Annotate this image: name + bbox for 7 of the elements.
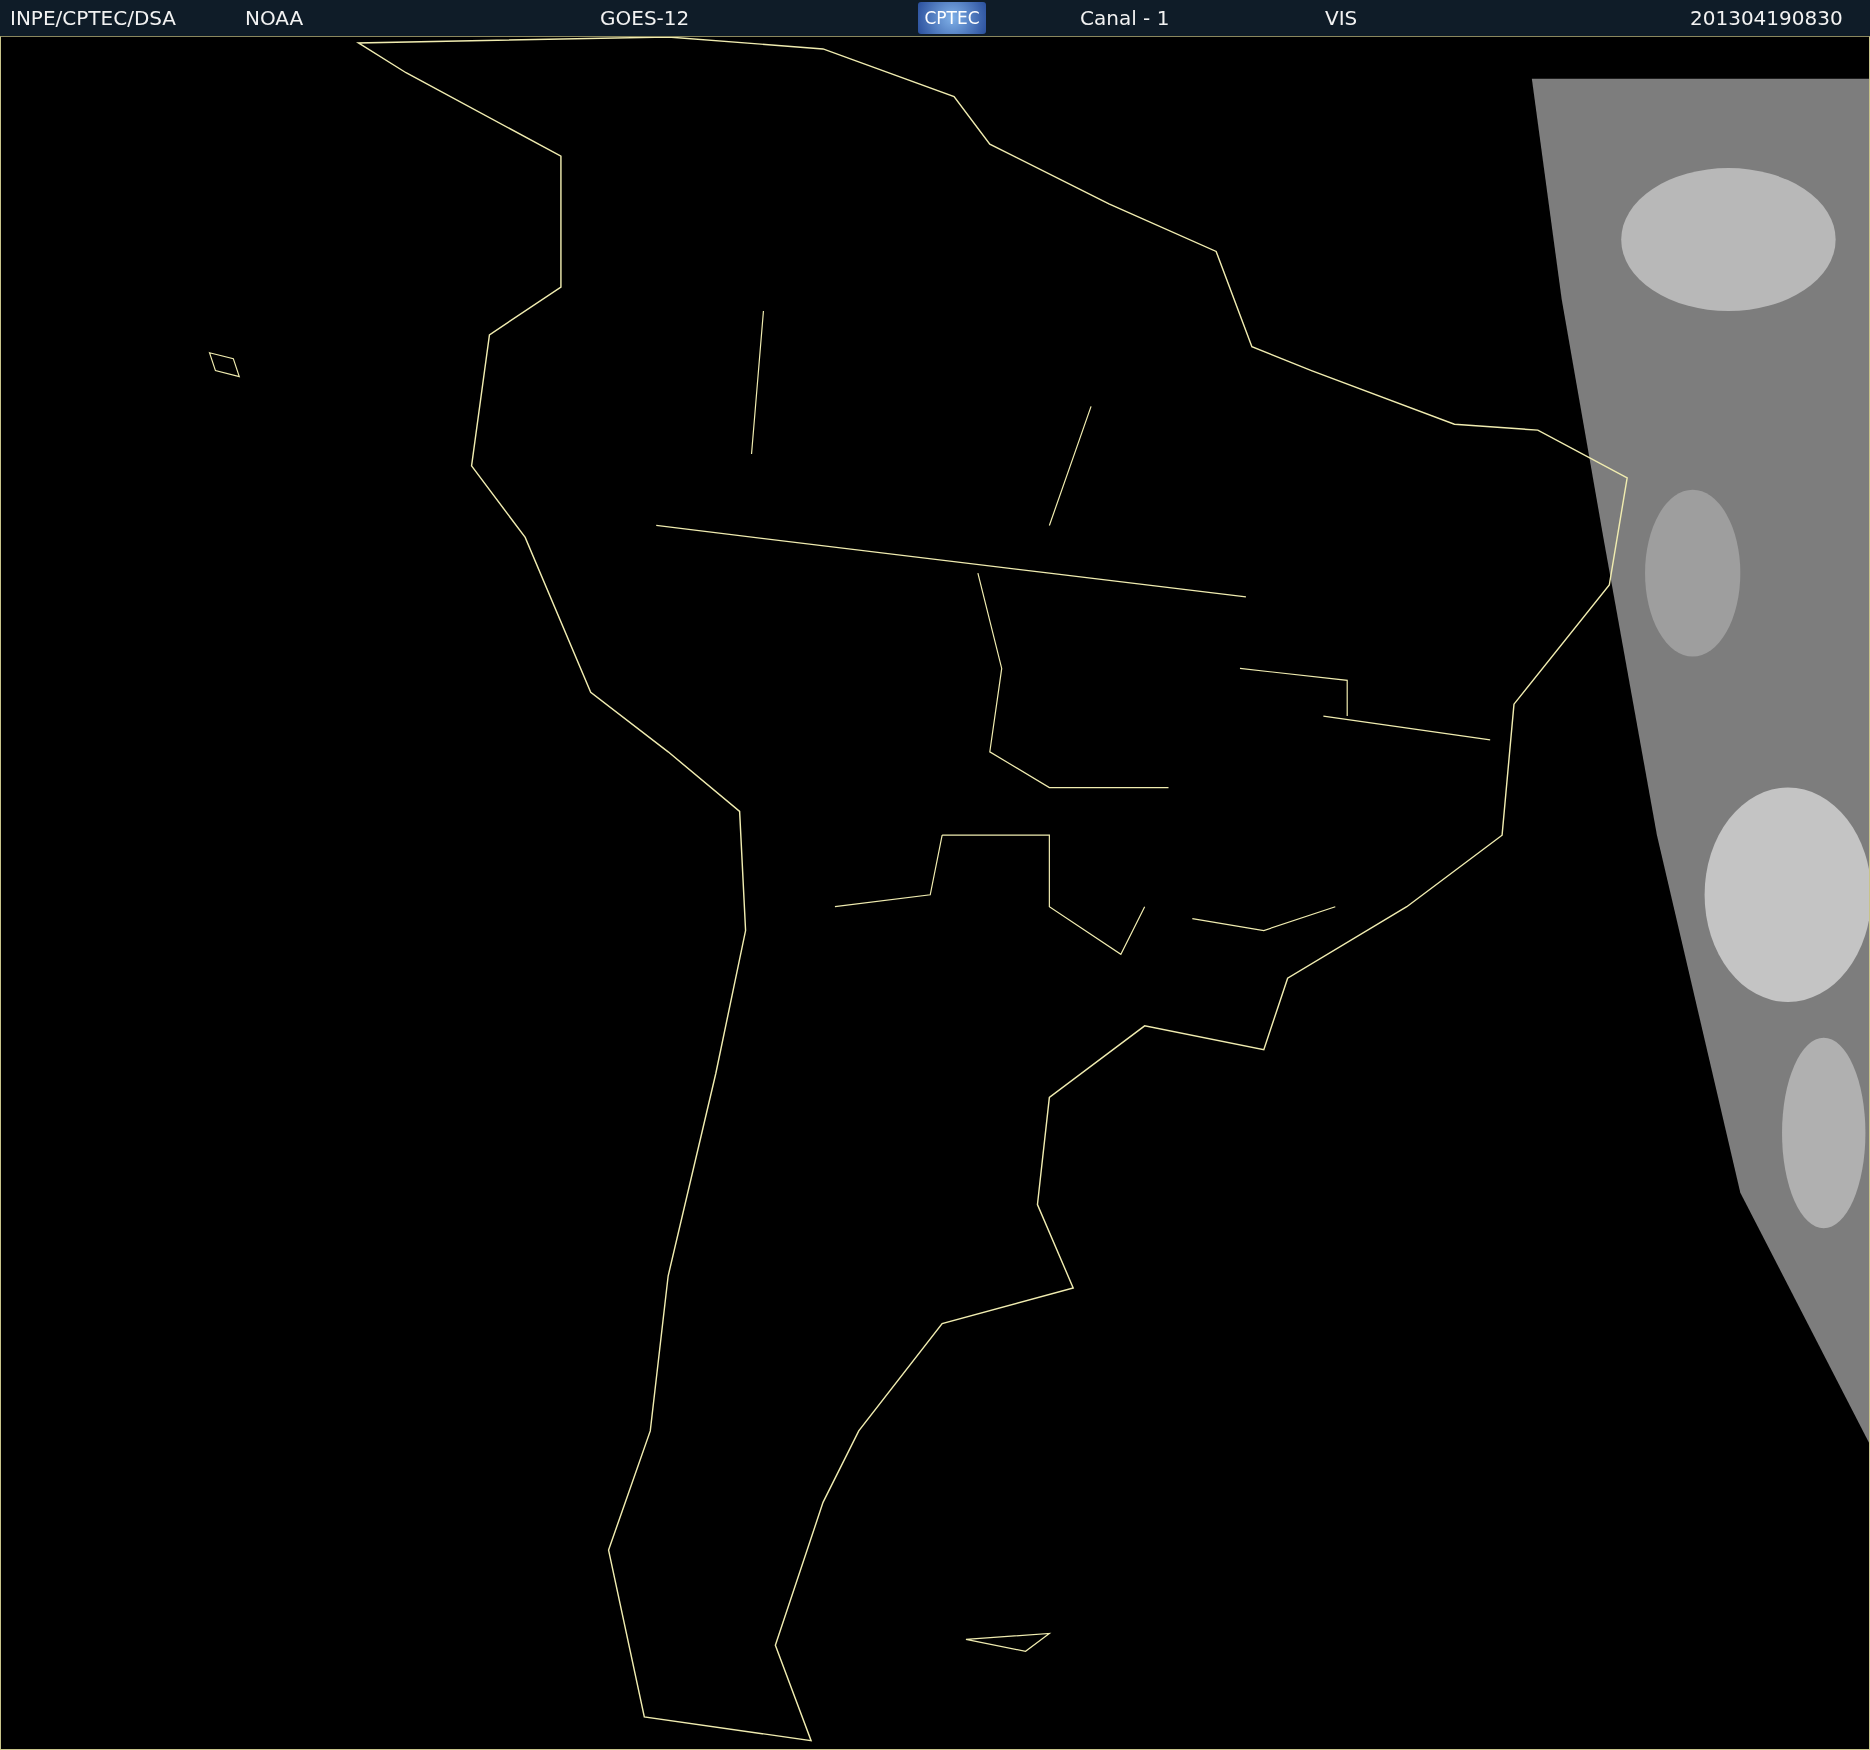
header-label: VIS bbox=[1325, 6, 1358, 30]
logo: CPTEC bbox=[918, 2, 986, 34]
header-label: Canal - 1 bbox=[1080, 6, 1170, 30]
header-label: GOES-12 bbox=[600, 6, 690, 30]
header-label: NOAA bbox=[245, 6, 304, 30]
header-label: INPE/CPTEC/DSA bbox=[10, 6, 177, 30]
header-label: 201304190830 bbox=[1690, 6, 1843, 30]
